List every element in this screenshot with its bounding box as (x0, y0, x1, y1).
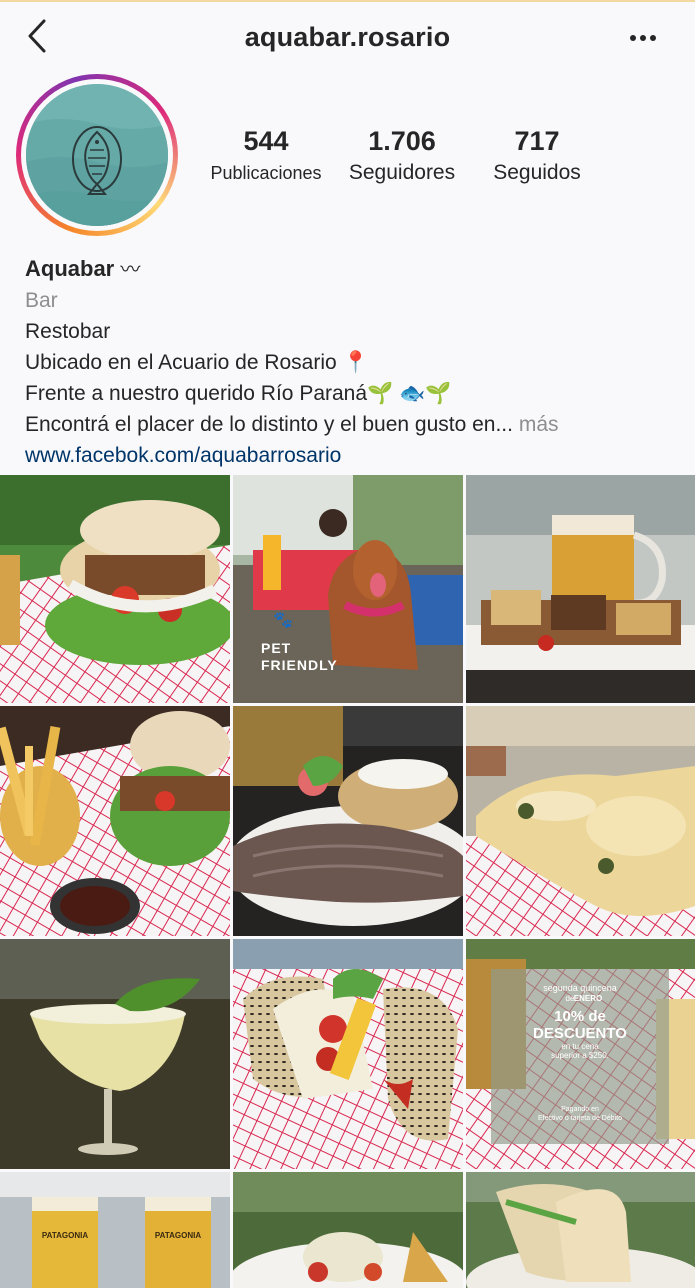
stat-following-count: 717 (514, 126, 560, 156)
stat-posts-label: Publicaciones (210, 163, 322, 183)
paw-icon: 🐾 (273, 612, 293, 629)
fish-logo-icon (26, 84, 168, 226)
stat-posts[interactable]: 544 Publicaciones (204, 126, 328, 188)
bio-line: Frente a nuestro querido Río Paraná🌱 🐟🌱 (25, 382, 452, 405)
bio-line: Restobar (25, 320, 111, 343)
bio-name-suffix: 〰 (120, 259, 141, 281)
stat-following[interactable]: 717 Seguidos (478, 126, 596, 188)
promo-pay1: Pagando en (561, 1106, 599, 1113)
stat-following-label: Seguidos (493, 161, 581, 184)
post-tile-beers[interactable]: PATAGONIA PATAGONIA (0, 1172, 230, 1288)
promo-pay2: Efectivo o tarjeta de Débito (538, 1115, 622, 1122)
post-tile-pizza[interactable] (466, 706, 695, 936)
post-tile-steak[interactable] (233, 706, 463, 936)
promo-month: ENERO (574, 994, 602, 1003)
stat-followers-label: Seguidores (348, 161, 456, 184)
beer-label: PATAGONIA (42, 1231, 88, 1240)
posts-grid: 🐾 PET FRIENDLY segunda quincena de ENERO… (0, 475, 695, 1288)
bio-line: Ubicado en el Acuario de Rosario 📍 (25, 351, 369, 374)
post-tile-sandwich[interactable] (233, 939, 463, 1169)
bio-name-text: Aquabar (25, 256, 115, 281)
promo-sub2: superior a $250. (551, 1051, 609, 1060)
promo-sub1: en tu cena (561, 1042, 599, 1051)
promo-percent: 10% de (554, 1008, 606, 1025)
stat-posts-count: 544 (243, 126, 289, 156)
more-horizontal-icon[interactable] (629, 26, 659, 50)
profile-avatar[interactable] (16, 74, 178, 236)
bio-category: Bar (25, 289, 58, 312)
post-tile-wrap[interactable] (466, 1172, 695, 1288)
profile-username: aquabar.rosario (244, 22, 451, 52)
post-tile-dog[interactable]: 🐾 PET FRIENDLY (233, 475, 463, 703)
bio-more-link[interactable]: más (519, 413, 559, 436)
post-tile-beer-sandwich[interactable] (466, 475, 695, 703)
promo-top-text: segunda quincena (543, 983, 617, 993)
post-tile-salad[interactable] (233, 1172, 463, 1288)
promo-discount: DESCUENTO (533, 1025, 627, 1042)
bio-line-text: Encontrá el placer de lo distinto y el b… (25, 413, 513, 436)
top-bar: aquabar.rosario (0, 0, 695, 72)
bio-name: Aquabar 〰 (25, 254, 685, 285)
post-tile-burger[interactable] (0, 475, 230, 703)
pet-friendly-label: PET (261, 640, 291, 656)
stat-followers[interactable]: 1.706 Seguidores (338, 126, 466, 188)
bio-website-link[interactable]: www.facebok.com/aquabarrosario (25, 440, 685, 471)
avatar (26, 84, 168, 226)
bio-line-last: Encontrá el placer de lo distinto y el b… (25, 409, 685, 440)
beer-label: PATAGONIA (155, 1231, 201, 1240)
pet-friendly-label: FRIENDLY (261, 657, 338, 673)
post-tile-burger-fries[interactable] (0, 706, 230, 936)
profile-bio: Aquabar 〰 Bar Restobar Ubicado en el Acu… (25, 254, 685, 471)
stat-followers-count: 1.706 (368, 126, 436, 156)
post-tile-discount-promo[interactable]: segunda quincena de ENERO 10% de DESCUEN… (466, 939, 695, 1169)
post-tile-margarita[interactable] (0, 939, 230, 1169)
